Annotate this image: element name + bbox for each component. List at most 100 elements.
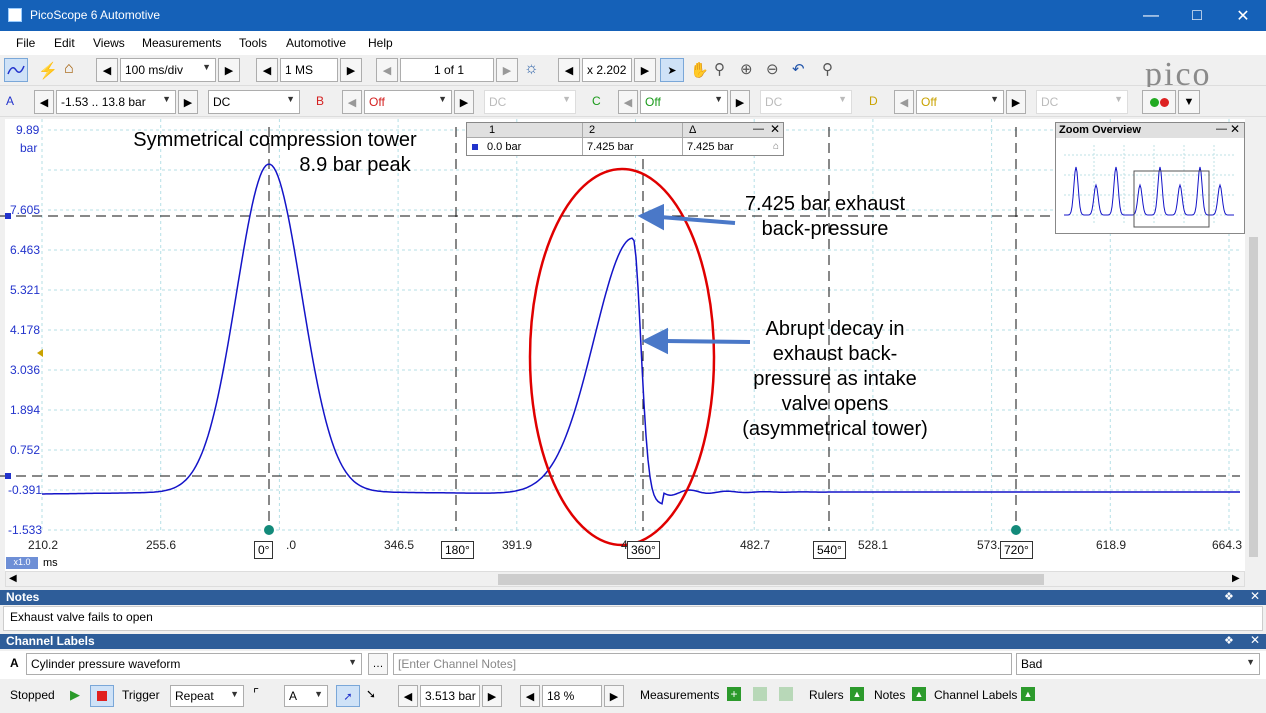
channel-d-letter[interactable]: D xyxy=(869,94,878,108)
channel-options-dropdown[interactable]: ▼ xyxy=(1178,90,1200,114)
pretrigger-prev-button[interactable]: ◀ xyxy=(520,685,540,707)
zoom-prev-button[interactable]: ◀ xyxy=(558,58,580,82)
channel-b-prev-button[interactable]: ◀ xyxy=(342,90,362,114)
trigger-channel-select[interactable]: A ▼ xyxy=(284,685,328,707)
zoom-to-fit-icon[interactable]: ⚲ xyxy=(822,60,833,78)
delete-measurement-icon[interactable] xyxy=(779,687,793,701)
phase-ruler-180[interactable]: 180° xyxy=(441,541,474,559)
channel-d-next-button[interactable]: ▶ xyxy=(1006,90,1026,114)
zoom-area-icon[interactable]: ⚲ xyxy=(714,60,725,78)
channel-a-coupling-select[interactable]: DC ▼ xyxy=(208,90,300,114)
channel-a-letter[interactable]: A xyxy=(6,94,14,108)
notes-text-area[interactable]: Exhaust valve fails to open xyxy=(3,606,1263,631)
channel-notes-input[interactable]: [Enter Channel Notes] xyxy=(393,653,1012,675)
menu-automotive[interactable]: Automotive xyxy=(286,36,346,50)
menu-views[interactable]: Views xyxy=(93,36,125,50)
minimize-button[interactable]: — xyxy=(1128,0,1174,31)
scroll-left-icon[interactable]: ◀ xyxy=(9,573,17,584)
channel-options-icon[interactable] xyxy=(1142,90,1176,114)
scope-mode-icon[interactable] xyxy=(4,58,28,82)
channel-a-next-button[interactable]: ▶ xyxy=(178,90,198,114)
edit-measurement-icon[interactable] xyxy=(753,687,767,701)
zoom-in-icon[interactable]: ⊕ xyxy=(740,60,753,78)
samples-field[interactable]: 1 MS xyxy=(280,58,338,82)
timebase-next-button[interactable]: ▶ xyxy=(218,58,240,82)
ruler-legend-minimize-icon[interactable]: — xyxy=(753,123,764,135)
channel-d-range-select[interactable]: Off ▼ xyxy=(916,90,1004,114)
channel-label-select[interactable]: Cylinder pressure waveform ▼ xyxy=(26,653,362,675)
trigger-level-next-button[interactable]: ▶ xyxy=(482,685,502,707)
trigger-type-icon[interactable]: ⌜ xyxy=(253,686,259,702)
menu-measurements[interactable]: Measurements xyxy=(142,36,221,50)
ruler-legend-close-icon[interactable]: ✕ xyxy=(770,122,780,136)
compass-icon[interactable]: ☼ xyxy=(524,60,539,78)
channel-c-prev-button[interactable]: ◀ xyxy=(618,90,638,114)
channel-c-next-button[interactable]: ▶ xyxy=(730,90,750,114)
vertical-scroll-thumb[interactable] xyxy=(1249,237,1258,557)
channel-label-browse-button[interactable]: … xyxy=(368,653,388,675)
menu-file[interactable]: File xyxy=(16,36,35,50)
zoom-out-icon[interactable]: ⊖ xyxy=(766,60,779,78)
undo-zoom-icon[interactable]: ↶ xyxy=(792,60,805,78)
menu-help[interactable]: Help xyxy=(368,36,393,50)
notes-toggle-icon[interactable]: ▲ xyxy=(912,687,926,701)
channel-b-next-button[interactable]: ▶ xyxy=(454,90,474,114)
zoom-overview-panel[interactable]: Zoom Overview — ✕ xyxy=(1055,122,1245,234)
pretrigger-next-button[interactable]: ▶ xyxy=(604,685,624,707)
channel-labels-pin-icon[interactable]: ❖ xyxy=(1224,634,1234,647)
zoom-overview-minimize-icon[interactable]: — xyxy=(1216,123,1227,135)
channel-c-range-select[interactable]: Off ▼ xyxy=(640,90,728,114)
lock-icon[interactable]: ⌂ xyxy=(773,141,779,152)
maximize-button[interactable]: □ xyxy=(1174,0,1220,31)
falling-edge-icon[interactable]: ➘ xyxy=(366,687,376,701)
rotation-ruler-handle-2[interactable] xyxy=(1011,525,1021,535)
lightning-icon[interactable]: ⚡ xyxy=(38,61,58,81)
rising-edge-icon[interactable]: ➚ xyxy=(336,685,360,707)
pretrigger-field[interactable]: 18 % xyxy=(542,685,602,707)
channel-b-coupling-select[interactable]: DC ▼ xyxy=(484,90,576,114)
channel-c-coupling-select[interactable]: DC ▼ xyxy=(760,90,852,114)
horizontal-scroll-thumb[interactable] xyxy=(498,574,1044,585)
close-button[interactable]: ✕ xyxy=(1220,0,1266,31)
phase-ruler-540[interactable]: 540° xyxy=(813,541,846,559)
x-zoom-badge[interactable]: x1.0 xyxy=(6,557,38,569)
zoom-field[interactable]: x 2.202 xyxy=(582,58,632,82)
samples-next-button[interactable]: ▶ xyxy=(340,58,362,82)
play-icon[interactable]: ▶ xyxy=(70,687,80,703)
rulers-toggle-icon[interactable]: ▲ xyxy=(850,687,864,701)
channel-a-prev-button[interactable]: ◀ xyxy=(34,90,54,114)
channel-d-prev-button[interactable]: ◀ xyxy=(894,90,914,114)
zoom-overview-thumbnail[interactable] xyxy=(1064,145,1236,229)
timebase-prev-button[interactable]: ◀ xyxy=(96,58,118,82)
channel-a-range-select[interactable]: -1.53 .. 13.8 bar ▼ xyxy=(56,90,176,114)
phase-ruler-0[interactable]: 0° xyxy=(254,541,274,559)
trigger-mode-select[interactable]: Repeat ▼ xyxy=(170,685,244,707)
notes-pin-icon[interactable]: ❖ xyxy=(1224,590,1234,603)
samples-prev-button[interactable]: ◀ xyxy=(256,58,278,82)
buffer-prev-button[interactable]: ◀ xyxy=(376,58,398,82)
trigger-level-field[interactable]: 3.513 bar xyxy=(420,685,480,707)
buffer-field[interactable]: 1 of 1 xyxy=(400,58,494,82)
scroll-right-icon[interactable]: ▶ xyxy=(1232,573,1240,584)
channel-b-letter[interactable]: B xyxy=(316,94,324,108)
horizontal-scrollbar[interactable]: ◀ ▶ xyxy=(5,571,1245,587)
add-measurement-icon[interactable]: + xyxy=(727,687,741,701)
buffer-next-button[interactable]: ▶ xyxy=(496,58,518,82)
ruler-legend[interactable]: 1 2 Δ — ✕ 0.0 bar 7.425 bar 7.425 bar ⌂ xyxy=(466,122,784,156)
channel-labels-close-icon[interactable]: ✕ xyxy=(1250,633,1260,647)
vertical-scrollbar[interactable] xyxy=(1247,119,1260,571)
channel-d-coupling-select[interactable]: DC ▼ xyxy=(1036,90,1128,114)
phase-ruler-360[interactable]: 360° xyxy=(627,541,660,559)
channel-b-range-select[interactable]: Off ▼ xyxy=(364,90,452,114)
phase-ruler-720[interactable]: 720° xyxy=(1000,541,1033,559)
hand-tool-icon[interactable]: ✋ xyxy=(690,61,709,79)
stop-button[interactable] xyxy=(90,685,114,707)
notes-close-icon[interactable]: ✕ xyxy=(1250,589,1260,603)
channel-c-letter[interactable]: C xyxy=(592,94,601,108)
zoom-overview-close-icon[interactable]: ✕ xyxy=(1230,122,1240,136)
channel-labels-toggle-icon[interactable]: ▲ xyxy=(1021,687,1035,701)
channel-status-select[interactable]: Bad ▼ xyxy=(1016,653,1260,675)
rotation-ruler-handle-1[interactable] xyxy=(264,525,274,535)
trigger-level-prev-button[interactable]: ◀ xyxy=(398,685,418,707)
zoom-window[interactable] xyxy=(1133,170,1210,228)
